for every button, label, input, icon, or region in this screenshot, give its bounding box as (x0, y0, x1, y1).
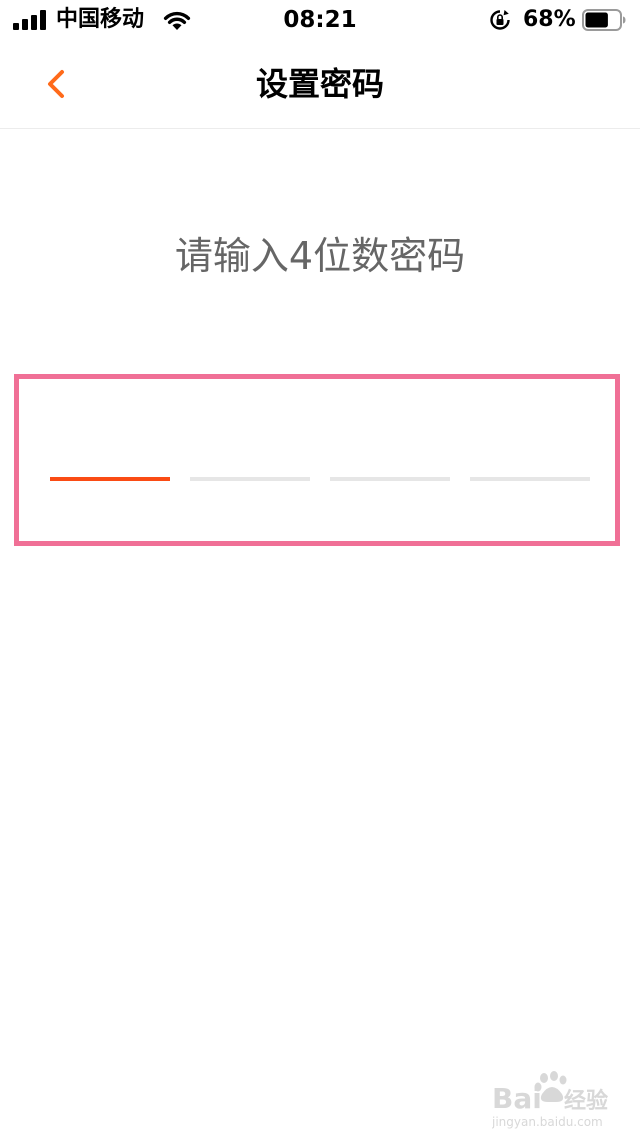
battery-percentage: 68% (523, 7, 576, 32)
svg-text:经验: 经验 (564, 1088, 608, 1114)
battery-icon (582, 9, 626, 31)
svg-text:jingyan.baidu.com: jingyan.baidu.com (492, 1115, 603, 1129)
pin-input[interactable] (50, 477, 590, 482)
baidu-jingyan-watermark: Bai 经验 jingyan.baidu.com (492, 1071, 608, 1129)
pin-slot-3[interactable] (330, 477, 450, 481)
navigation-bar: 设置密码 (0, 40, 640, 129)
pin-slot-4[interactable] (470, 477, 590, 481)
pin-slot-2[interactable] (190, 477, 310, 481)
page-title: 设置密码 (255, 65, 384, 103)
rotation-lock-icon (490, 10, 510, 30)
pin-slot-1[interactable] (50, 477, 170, 481)
pin-prompt: 请输入4位数密码 (174, 234, 466, 278)
svg-text:Bai: Bai (492, 1082, 542, 1115)
highlight-box (14, 374, 620, 546)
status-bar: 中国移动 08:21 68% (0, 0, 640, 40)
